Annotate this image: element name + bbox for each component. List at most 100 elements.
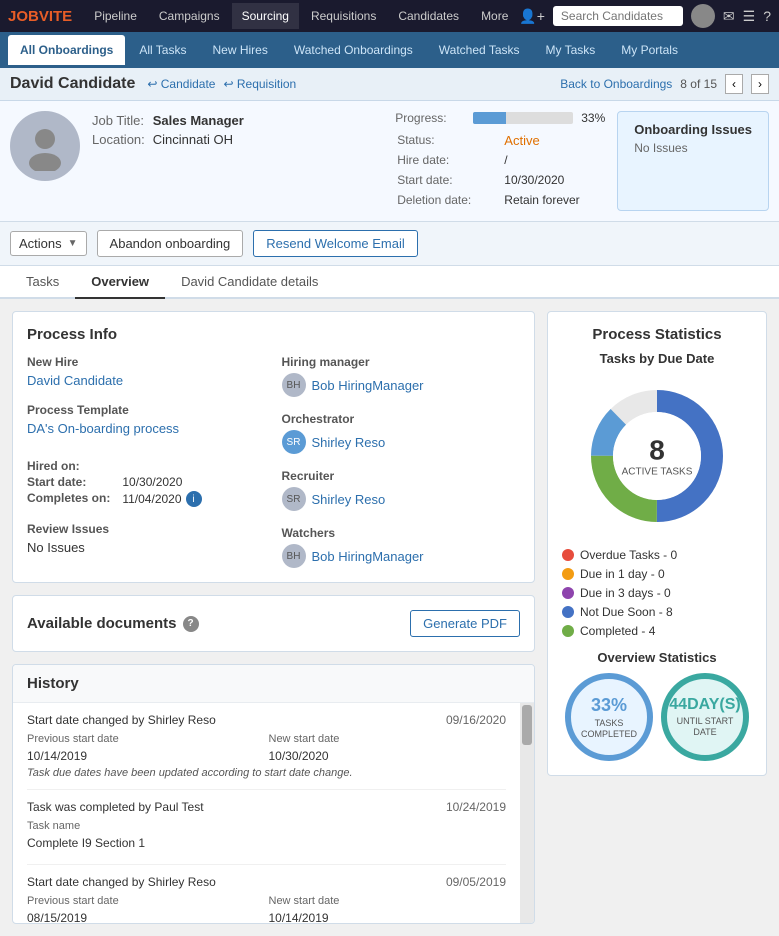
subnav-watched-onboardings[interactable]: Watched Onboardings [282, 35, 425, 65]
history-entry-2: Task was completed by Paul Test 10/24/20… [27, 790, 506, 865]
process-info-card: Process Info New Hire David Candidate Pr… [12, 311, 535, 583]
no-issues-text: No Issues [634, 141, 752, 155]
subnav-all-tasks[interactable]: All Tasks [127, 35, 198, 65]
review-issues-label: Review Issues [27, 522, 266, 536]
new-hire-label: New Hire [27, 355, 266, 369]
history-entry-3-subgrid: Previous start date New start date 08/15… [27, 895, 506, 923]
subnav-my-portals[interactable]: My Portals [609, 35, 690, 65]
orchestrator-row: SR Shirley Reso [282, 430, 521, 454]
envelope-icon[interactable]: ✉ [723, 8, 735, 25]
list-icon[interactable]: ☰ [743, 8, 756, 25]
location-label: Location: [92, 130, 153, 149]
location-value: Cincinnati OH [153, 130, 252, 149]
progress-bar-container [473, 112, 573, 124]
due-1-dot [562, 568, 574, 580]
nav-more[interactable]: More [471, 3, 518, 29]
tab-candidate-details[interactable]: David Candidate details [165, 266, 334, 299]
history-title: History [13, 665, 534, 703]
prev-start-label-3: Previous start date [27, 895, 265, 907]
next-page-button[interactable]: › [751, 74, 769, 94]
process-left-col: New Hire David Candidate Process Templat… [27, 355, 266, 568]
add-person-icon[interactable]: 👤+ [519, 8, 545, 25]
nav-requisitions[interactable]: Requisitions [301, 3, 386, 29]
subnav-all-onboardings[interactable]: All Onboardings [8, 35, 125, 65]
subnav-watched-tasks[interactable]: Watched Tasks [427, 35, 532, 65]
overview-circles: 33% TASKSCOMPLETED 44DAY(S) UNTIL STARTD… [562, 673, 752, 761]
action-bar: Actions ▼ Abandon onboarding Resend Welc… [0, 222, 779, 266]
history-entry-2-date: 10/24/2019 [446, 800, 506, 814]
due-3-dot [562, 587, 574, 599]
actions-dropdown[interactable]: Actions ▼ [10, 231, 87, 256]
nav-pipeline[interactable]: Pipeline [84, 3, 147, 29]
search-input[interactable] [553, 6, 683, 26]
prev-start-label: Previous start date [27, 733, 265, 745]
progress-pct: 33% [581, 111, 605, 125]
history-entry-1-header: Start date changed by Shirley Reso 09/16… [27, 713, 506, 727]
nav-right: 👤+ ✉ ☰ ? [519, 4, 771, 28]
orchestrator-name[interactable]: Shirley Reso [312, 435, 386, 450]
resend-welcome-button[interactable]: Resend Welcome Email [253, 230, 417, 257]
tasks-completed-sub: TASKSCOMPLETED [581, 718, 637, 740]
review-issues-value: No Issues [27, 540, 266, 555]
abandon-button[interactable]: Abandon onboarding [97, 230, 244, 257]
tasks-completed-circle: 33% TASKSCOMPLETED [565, 673, 653, 761]
history-entry-3: Start date changed by Shirley Reso 09/05… [27, 865, 506, 923]
new-hire-link[interactable]: David Candidate [27, 373, 266, 388]
completed-label: Completed - 4 [580, 624, 655, 638]
hiring-manager-name[interactable]: Bob HiringManager [312, 378, 424, 393]
scroll-thumb[interactable] [522, 705, 532, 745]
nav-campaigns[interactable]: Campaigns [149, 3, 230, 29]
progress-section: Progress: 33% Status: Active Hire date: … [395, 111, 605, 211]
back-to-onboardings[interactable]: Back to Onboardings [560, 77, 672, 91]
candidate-name: David Candidate [10, 75, 135, 93]
legend-overdue: Overdue Tasks - 0 [562, 548, 752, 562]
hired-on-label: Hired on: [27, 459, 110, 473]
recruiter-name[interactable]: Shirley Reso [312, 492, 386, 507]
subnav-new-hires[interactable]: New Hires [200, 35, 279, 65]
legend-due-3: Due in 3 days - 0 [562, 586, 752, 600]
top-nav: JOBVITE Pipeline Campaigns Sourcing Requ… [0, 0, 779, 32]
not-due-label: Not Due Soon - 8 [580, 605, 673, 619]
process-template-link[interactable]: DA's On-boarding process [27, 421, 266, 436]
docs-header: Available documents ? Generate PDF [27, 610, 520, 637]
prev-page-button[interactable]: ‹ [725, 74, 743, 94]
completes-on-label: Completes on: [27, 491, 110, 507]
watcher-name[interactable]: Bob HiringManager [312, 549, 424, 564]
nav-candidates[interactable]: Candidates [388, 3, 469, 29]
user-avatar[interactable] [691, 4, 715, 28]
completes-info-icon[interactable]: i [186, 491, 202, 507]
hiring-manager-label: Hiring manager [282, 355, 521, 369]
donut-label: ACTIVE TASKS [622, 467, 693, 478]
new-start-value: 10/30/2020 [269, 749, 507, 763]
start-date-value: 10/30/2020 [504, 171, 603, 189]
subnav-my-tasks[interactable]: My Tasks [534, 35, 608, 65]
history-entry-3-title: Start date changed by Shirley Reso [27, 875, 216, 889]
help-icon[interactable]: ? [763, 8, 771, 24]
start-date-label: Start date: [397, 171, 502, 189]
hiring-manager-field: Hiring manager BH Bob HiringManager [282, 355, 521, 397]
tab-overview[interactable]: Overview [75, 266, 165, 299]
person-silhouette-icon [20, 121, 70, 171]
stats-card: Process Statistics Tasks by Due Date [547, 311, 767, 776]
orchestrator-avatar: SR [282, 430, 306, 454]
nav-sourcing[interactable]: Sourcing [232, 3, 299, 29]
docs-help-icon[interactable]: ? [183, 616, 199, 632]
job-title-label: Job Title: [92, 111, 153, 130]
new-start-value-3: 10/14/2019 [269, 911, 507, 923]
donut-center: 8 ACTIVE TASKS [622, 435, 693, 478]
history-scrollbar[interactable] [520, 703, 534, 923]
recruiter-label: Recruiter [282, 469, 521, 483]
history-card: History Start date changed by Shirley Re… [12, 664, 535, 924]
task-name-value: Complete I9 Section 1 [27, 836, 265, 850]
profile-section: Job Title: Sales Manager Location: Cinci… [0, 101, 779, 222]
completes-on-date: 11/04/2020 [122, 492, 181, 506]
generate-pdf-button[interactable]: Generate PDF [410, 610, 520, 637]
not-due-dot [562, 606, 574, 618]
tab-tasks[interactable]: Tasks [10, 266, 75, 299]
candidate-link[interactable]: Candidate [147, 77, 215, 91]
legend-due-1: Due in 1 day - 0 [562, 567, 752, 581]
chart-legend: Overdue Tasks - 0 Due in 1 day - 0 Due i… [562, 548, 752, 638]
breadcrumb-bar: David Candidate Candidate Requisition Ba… [0, 68, 779, 101]
until-start-circle: 44DAY(S) UNTIL STARTDATE [661, 673, 749, 761]
requisition-link[interactable]: Requisition [223, 77, 296, 91]
